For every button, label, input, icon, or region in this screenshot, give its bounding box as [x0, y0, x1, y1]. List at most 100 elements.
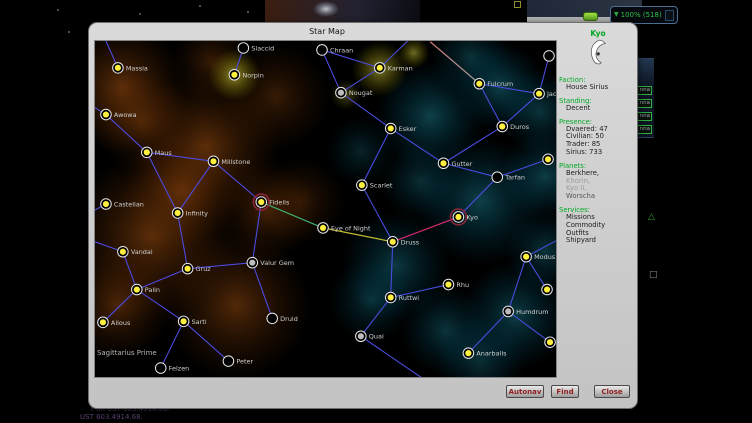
star-ruttwi[interactable]: Ruttwi: [385, 292, 419, 303]
game-screen: ▼ 100% (518) nnannannanna △ □ r on UST 6…: [0, 0, 752, 423]
star-fulcrum[interactable]: Fulcrum: [474, 78, 513, 89]
star-felzen[interactable]: Felzen: [155, 363, 189, 374]
star-label: Maus: [155, 149, 173, 157]
hud-marker-square: [514, 1, 521, 8]
indicator-led: [583, 12, 598, 21]
info-value: Decent: [559, 105, 637, 113]
star-label: Eye of Night: [331, 224, 371, 232]
star-scarlet[interactable]: Scarlet: [357, 180, 393, 191]
star-vandal[interactable]: Vandal: [118, 246, 153, 257]
star-edge-a[interactable]: [543, 154, 554, 165]
star-awowa[interactable]: Awowa: [101, 109, 137, 120]
star-label: Tarfan: [504, 174, 525, 182]
star-map-window: Star Map Massia Slaccid Norpin Chraan Karman…: [88, 22, 638, 409]
bg-star: [57, 9, 59, 11]
star-karman[interactable]: Karman: [374, 63, 412, 74]
star-label: Vandal: [131, 248, 153, 256]
triangle-down-icon: ▼: [614, 12, 619, 18]
hud-mini-button[interactable]: nna: [636, 86, 652, 95]
target-square-icon: □: [649, 271, 658, 280]
system-info-panel: Kyo Faction:House SiriusStanding:DecentP…: [559, 29, 637, 245]
star-valur-gem[interactable]: Valur Gem: [247, 257, 294, 268]
star-millstone[interactable]: Millstone: [208, 156, 250, 167]
hud-mini-button[interactable]: nna: [636, 125, 652, 134]
star-circle-a[interactable]: [544, 51, 555, 62]
star-label: Fulcrum: [487, 80, 513, 88]
star-maus[interactable]: Maus: [141, 147, 172, 158]
info-value: Sirius: 733: [559, 149, 637, 157]
star-label: Gruz: [196, 265, 212, 273]
star-label: Allous: [111, 319, 131, 327]
star-infinity[interactable]: Infinity: [172, 208, 208, 219]
star-label: Quai: [369, 333, 384, 341]
star-sarti[interactable]: Sarti: [178, 316, 206, 327]
star-label: Millstone: [221, 158, 250, 166]
star-druid[interactable]: Druid: [267, 313, 298, 324]
star-label: Humdrum: [516, 308, 548, 316]
star-norpin[interactable]: Norpin: [229, 70, 264, 81]
info-value: House Sirius: [559, 84, 637, 92]
star-label: Peter: [236, 358, 253, 366]
star-castellan[interactable]: Castellan: [101, 199, 144, 210]
star-druss[interactable]: Druss: [387, 237, 419, 248]
star-modus-m[interactable]: Modus M: [521, 251, 556, 262]
star-peter[interactable]: Peter: [223, 356, 253, 367]
star-humdrum[interactable]: Humdrum: [503, 306, 549, 317]
star-rhu[interactable]: Rhu: [443, 279, 469, 290]
star-tarfan[interactable]: Tarfan: [492, 172, 525, 183]
star-label: Esker: [399, 125, 417, 133]
star-label: Nougat: [349, 89, 373, 97]
region-label: Sagittarius Prime: [97, 349, 157, 357]
sirius-faction-icon: [559, 39, 637, 71]
hud-mini-button[interactable]: nna: [636, 99, 652, 108]
star-gruz[interactable]: Gruz: [182, 263, 211, 274]
star-label: Valur Gem: [260, 259, 294, 267]
star-label: Palin: [145, 286, 160, 294]
star-palin[interactable]: Palin: [132, 284, 160, 295]
star-label: Jac: [546, 90, 556, 98]
star-edge-c[interactable]: [545, 337, 556, 348]
star-duros[interactable]: Duros: [497, 121, 530, 132]
star-label: Rhu: [456, 281, 469, 289]
star-label: Kyo: [466, 213, 478, 221]
star-anarbalis[interactable]: Anarbalis: [463, 348, 507, 359]
star-label: Gutter: [451, 160, 472, 168]
log-line: UST 603.4914.68.: [80, 413, 143, 421]
star-label: Druss: [401, 238, 420, 246]
star-label: Castellan: [114, 201, 144, 209]
star-label: Chraan: [330, 46, 353, 54]
autonav-button[interactable]: Autonav: [506, 385, 544, 398]
star-label: Felzen: [169, 365, 190, 373]
star-nougat[interactable]: Nougat: [336, 87, 373, 98]
star-edge-b[interactable]: [542, 284, 553, 295]
star-label: Norpin: [242, 71, 263, 79]
star-label: Fidelis: [269, 199, 290, 207]
bg-star: [68, 31, 70, 33]
star-chraan[interactable]: Chraan: [317, 45, 354, 56]
star-label: Ruttwi: [399, 294, 420, 302]
ship-sprite: [313, 1, 339, 17]
star-massia[interactable]: Massia: [113, 63, 148, 74]
window-title: Star Map: [89, 27, 565, 36]
star-label: Sarti: [192, 318, 207, 326]
background-art: [265, 0, 420, 22]
star-label: Awowa: [114, 111, 137, 119]
star-allous[interactable]: Allous: [98, 317, 131, 328]
star-map[interactable]: Massia Slaccid Norpin Chraan Karman Nougat Ful…: [94, 40, 557, 378]
panel-end-box: [665, 10, 674, 21]
star-slaccid[interactable]: Slaccid: [238, 43, 274, 54]
close-button[interactable]: Close: [594, 385, 630, 398]
star-esker[interactable]: Esker: [385, 123, 416, 134]
hud-mini-button[interactable]: nna: [636, 112, 652, 121]
star-eye-of-night[interactable]: Eye of Night: [318, 223, 371, 234]
star-label: Infinity: [186, 209, 208, 217]
find-button[interactable]: Find: [551, 385, 579, 398]
bg-star: [247, 11, 249, 13]
star-label: Anarbalis: [476, 350, 507, 358]
system-name: Kyo: [559, 29, 637, 38]
star-gutter[interactable]: Gutter: [438, 158, 472, 169]
star-quai[interactable]: Quai: [356, 331, 384, 342]
bg-star: [139, 13, 141, 15]
star-label: Karman: [388, 64, 413, 72]
info-value: Shipyard: [559, 237, 637, 245]
